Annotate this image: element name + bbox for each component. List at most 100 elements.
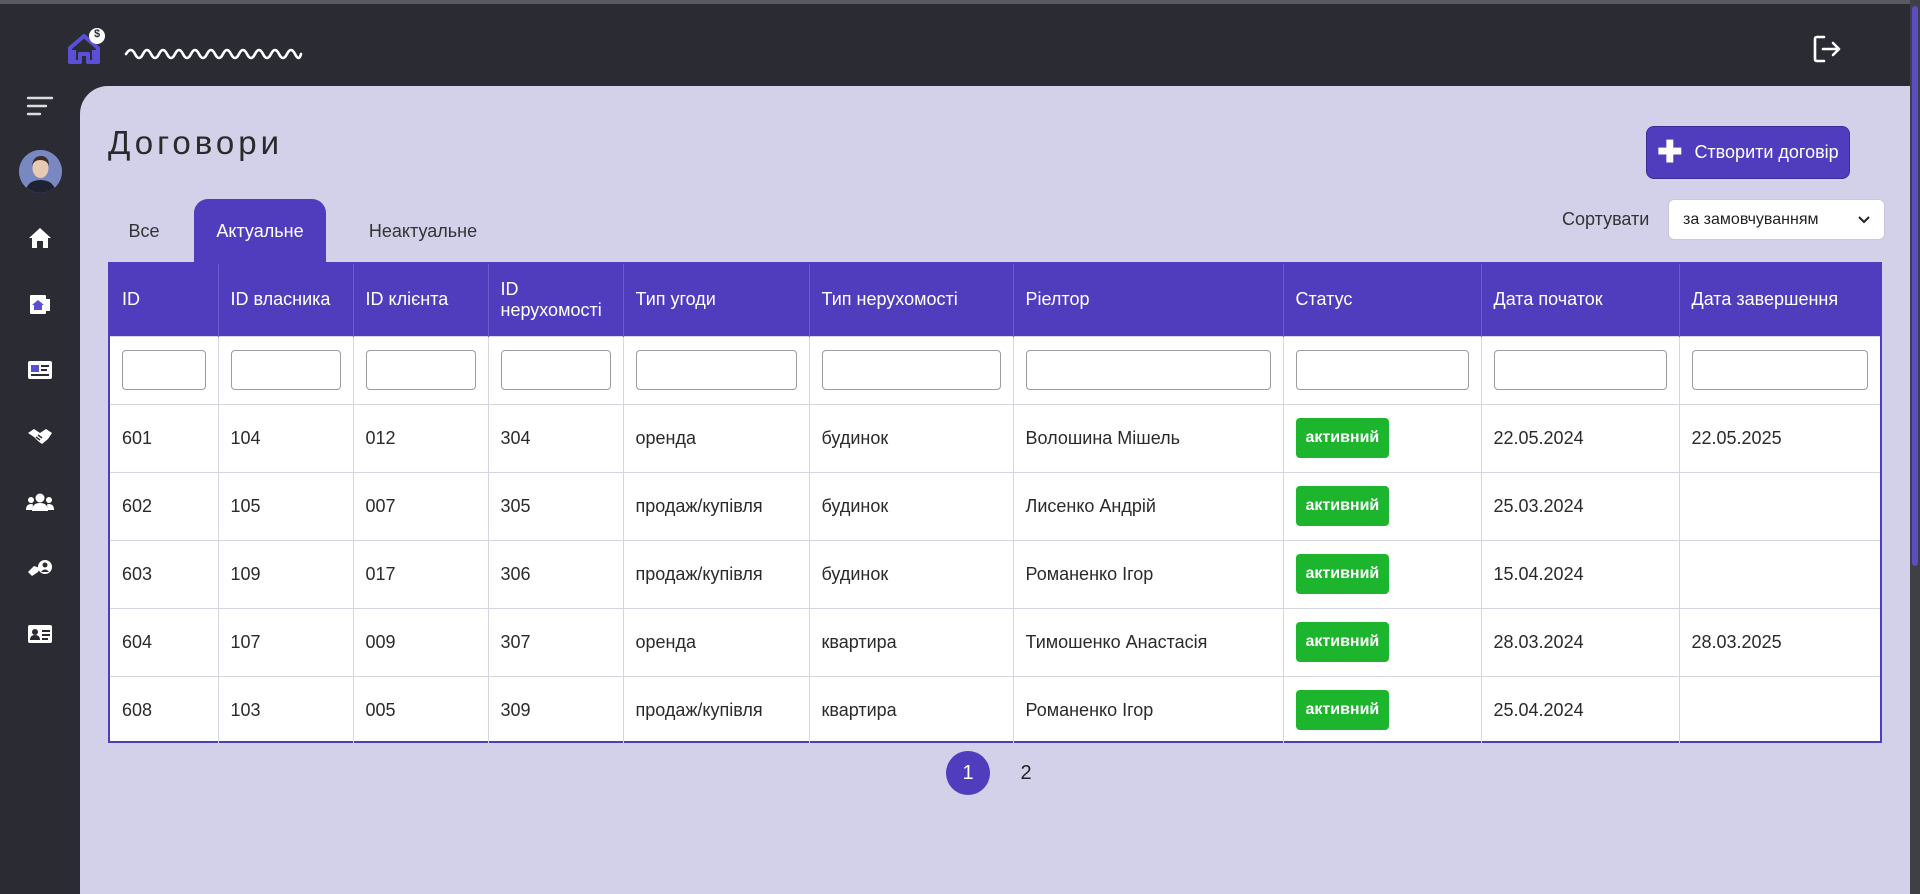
- table-row[interactable]: 603 109 017 306 продаж/купівля будинок Р…: [110, 539, 1880, 608]
- sort-select[interactable]: за замовчуванням: [1668, 199, 1885, 240]
- app-logo[interactable]: $: [66, 28, 366, 76]
- plus-icon: ✚: [1657, 135, 1683, 169]
- cell-start-date: 22.05.2024: [1481, 403, 1680, 472]
- cell-property: 305: [488, 471, 624, 540]
- sidebar: [0, 86, 80, 894]
- page-button-1[interactable]: 1: [946, 751, 990, 795]
- cell-property: 307: [488, 607, 624, 676]
- cell-owner: 103: [218, 675, 354, 744]
- id-card-icon[interactable]: [20, 614, 60, 654]
- cell-status: активний: [1283, 471, 1482, 540]
- cell-owner: 109: [218, 539, 354, 608]
- cell-property: 309: [488, 675, 624, 744]
- filter-input-deal-type[interactable]: [635, 350, 797, 390]
- column-header[interactable]: ID власника: [218, 264, 354, 336]
- users-icon[interactable]: [20, 482, 60, 522]
- tab-actual[interactable]: Актуальне: [194, 199, 326, 263]
- cell-client: 009: [353, 607, 489, 676]
- logo-badge: $: [93, 28, 101, 40]
- cell-property: 306: [488, 539, 624, 608]
- cell-status: активний: [1283, 675, 1482, 744]
- filter-input-end-date[interactable]: [1691, 350, 1868, 390]
- filter-input-start-date[interactable]: [1493, 350, 1667, 390]
- cell-deal-type: оренда: [623, 403, 810, 472]
- cell-owner: 104: [218, 403, 354, 472]
- table-row[interactable]: 602 105 007 305 продаж/купівля будинок Л…: [110, 471, 1880, 540]
- column-header[interactable]: ID клієнта: [353, 264, 489, 336]
- cell-property-type: будинок: [809, 471, 1014, 540]
- house-icon[interactable]: [20, 218, 60, 258]
- cell-property-type: квартира: [809, 675, 1014, 744]
- cell-owner: 107: [218, 607, 354, 676]
- cell-realtor: Лисенко Андрій: [1013, 471, 1284, 540]
- filter-input-client[interactable]: [365, 350, 476, 390]
- card-icon[interactable]: [20, 350, 60, 390]
- cell-start-date: 15.04.2024: [1481, 539, 1680, 608]
- scrollbar-thumb[interactable]: [1912, 6, 1918, 566]
- filter-input-owner[interactable]: [230, 350, 341, 390]
- cell-realtor: Волошина Мішель: [1013, 403, 1284, 472]
- column-header[interactable]: Тип нерухомості: [809, 264, 1014, 336]
- handshake-icon[interactable]: [20, 416, 60, 456]
- column-header[interactable]: Дата завершення: [1679, 264, 1880, 336]
- column-header[interactable]: Статус: [1283, 264, 1482, 336]
- logout-icon[interactable]: [1810, 32, 1844, 66]
- page-title: Договори: [108, 124, 284, 161]
- cell-id: 602: [110, 471, 219, 540]
- cell-owner: 105: [218, 471, 354, 540]
- cell-id: 608: [110, 675, 219, 744]
- column-header[interactable]: Дата початок: [1481, 264, 1680, 336]
- cell-deal-type: продаж/купівля: [623, 539, 810, 608]
- cell-end-date: [1679, 471, 1880, 540]
- logo-house-icon: [68, 28, 303, 64]
- hamburger-menu-icon[interactable]: [20, 86, 60, 126]
- status-badge: активний: [1295, 622, 1390, 662]
- cell-start-date: 25.03.2024: [1481, 471, 1680, 540]
- column-header[interactable]: ID нерухомості: [488, 264, 624, 336]
- tab-all-label: Все: [128, 220, 160, 241]
- cell-deal-type: продаж/купівля: [623, 471, 810, 540]
- sort-label: Сортувати: [1562, 209, 1650, 229]
- cell-client: 007: [353, 471, 489, 540]
- cell-property: 304: [488, 403, 624, 472]
- table-row[interactable]: 608 103 005 309 продаж/купівля квартира …: [110, 675, 1880, 744]
- cell-status: активний: [1283, 403, 1482, 472]
- sort-selected-value: за замовчуванням: [1683, 210, 1819, 228]
- property-document-icon[interactable]: [20, 284, 60, 324]
- cell-start-date: 25.04.2024: [1481, 675, 1680, 744]
- scrollbar[interactable]: [1910, 0, 1920, 894]
- cell-realtor: Романенко Ігор: [1013, 675, 1284, 744]
- table-row[interactable]: 604 107 009 307 оренда квартира Тимошенк…: [110, 607, 1880, 676]
- tab-inactual[interactable]: Неактуальне: [338, 199, 508, 263]
- cell-realtor: Романенко Ігор: [1013, 539, 1284, 608]
- avatar[interactable]: [19, 150, 62, 193]
- chevron-down-icon: [1858, 216, 1870, 224]
- pagination: 1 2: [946, 751, 1048, 795]
- cell-client: 005: [353, 675, 489, 744]
- column-header[interactable]: ID: [110, 264, 219, 336]
- table-header-row: ID ID власника ID клієнта ID нерухомості…: [110, 264, 1880, 336]
- column-header[interactable]: Тип угоди: [623, 264, 810, 336]
- status-badge: активний: [1295, 418, 1390, 458]
- page-button-2[interactable]: 2: [1004, 751, 1048, 795]
- cell-id: 603: [110, 539, 219, 608]
- filter-input-status[interactable]: [1295, 350, 1469, 390]
- cell-property-type: будинок: [809, 539, 1014, 608]
- create-contract-button[interactable]: ✚ Створити договір: [1646, 126, 1850, 179]
- cell-id: 601: [110, 403, 219, 472]
- filter-input-realtor[interactable]: [1025, 350, 1271, 390]
- cell-property-type: будинок: [809, 403, 1014, 472]
- filter-input-property-type[interactable]: [821, 350, 1001, 390]
- hand-user-icon[interactable]: [20, 548, 60, 588]
- table-row[interactable]: 601 104 012 304 оренда будинок Волошина …: [110, 403, 1880, 472]
- tab-all[interactable]: Все: [108, 199, 180, 263]
- cell-end-date: 22.05.2025: [1679, 403, 1880, 472]
- cell-id: 604: [110, 607, 219, 676]
- cell-status: активний: [1283, 539, 1482, 608]
- column-header[interactable]: Ріелтор: [1013, 264, 1284, 336]
- filter-input-id[interactable]: [122, 350, 206, 390]
- filter-input-property[interactable]: [500, 350, 611, 390]
- main-content: Договори ✚ Створити договір Все Актуальн…: [80, 86, 1910, 894]
- cell-deal-type: продаж/купівля: [623, 675, 810, 744]
- tab-actual-label: Актуальне: [216, 220, 304, 241]
